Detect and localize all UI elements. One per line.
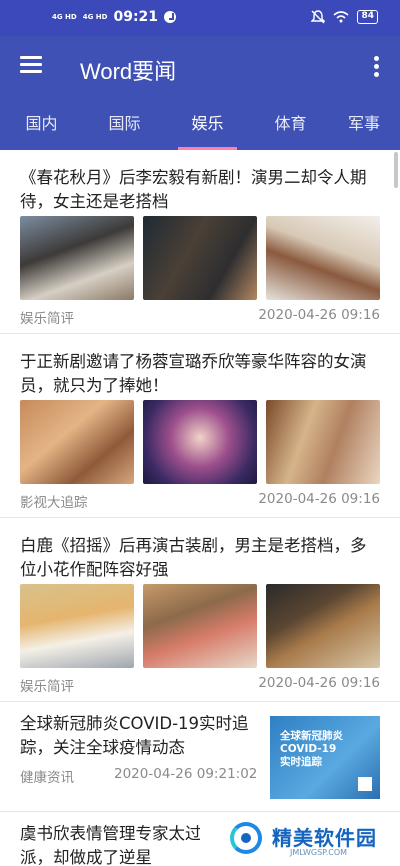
list-item[interactable]: 《春花秋月》后李宏毅有新剧！演男二却令人期待，女主还是老搭档 娱乐简评 2020… [0, 150, 400, 334]
watermark-url: JMLWGSP.COM [290, 848, 348, 857]
article-title: 《春花秋月》后李宏毅有新剧！演男二却令人期待，女主还是老搭档 [20, 168, 367, 211]
article-time: 2020-04-26 09:16 [258, 491, 380, 507]
tab-entertainment[interactable]: 娱乐 [166, 98, 249, 150]
status-bar: 4G HD 4G HD 09:21 84 [0, 0, 400, 36]
article-source: 影视大追踪 [20, 495, 88, 511]
status-time: 09:21 [113, 9, 159, 25]
app-bar: Word要闻 [0, 36, 400, 98]
article-image [266, 400, 380, 484]
mute-icon [311, 10, 326, 24]
tab-international[interactable]: 国际 [83, 98, 166, 150]
signal-icon: 4G HD [83, 13, 108, 21]
thumbnail-text: COVID-19 [280, 743, 337, 755]
article-image [20, 400, 134, 484]
signal-icon: 4G HD [52, 13, 77, 21]
tab-sports[interactable]: 体育 [249, 98, 332, 150]
tab-military[interactable]: 军事 [332, 98, 400, 150]
article-image [143, 400, 257, 484]
article-images [20, 216, 380, 300]
article-images [20, 400, 380, 484]
article-source: 健康资讯 [20, 770, 74, 786]
article-images [20, 584, 380, 668]
watermark-text: 精美软件园 [272, 826, 377, 850]
article-image [266, 216, 380, 300]
list-item[interactable]: 全球新冠肺炎COVID-19实时追踪，关注全球疫情动态 健康资讯 2020-04… [0, 702, 400, 812]
thumbnail-text: 实时追踪 [280, 756, 322, 768]
category-tabs: 国内 国际 娱乐 体育 军事 [0, 98, 400, 150]
article-image [266, 584, 380, 668]
signal-label: 4G HD [52, 13, 77, 21]
news-feed[interactable]: 《春花秋月》后李宏毅有新剧！演男二却令人期待，女主还是老搭档 娱乐简评 2020… [0, 150, 400, 866]
article-image [143, 216, 257, 300]
logo-icon [230, 822, 262, 854]
thumbnail-text: 全球新冠肺炎 [280, 730, 343, 742]
article-time: 2020-04-26 09:21:02 [114, 766, 258, 782]
article-title: 于正新剧邀请了杨蓉宣璐乔欣等豪华阵容的女演员，就只为了捧她！ [20, 352, 367, 395]
wifi-icon [333, 11, 349, 23]
article-source: 娱乐简评 [20, 679, 74, 695]
article-source: 娱乐简评 [20, 311, 74, 327]
watermark: 精美软件园 JMLWGSP.COM [200, 812, 400, 866]
menu-icon[interactable] [20, 56, 42, 74]
qr-code-icon [358, 777, 372, 791]
article-time: 2020-04-26 09:16 [258, 307, 380, 323]
article-thumbnail: 全球新冠肺炎 COVID-19 实时追踪 [270, 716, 380, 799]
app-title: Word要闻 [80, 59, 177, 84]
status-right: 84 [311, 10, 378, 24]
article-image [143, 584, 257, 668]
clock-icon [164, 11, 177, 23]
article-image [20, 216, 134, 300]
signal-label: 4G HD [82, 13, 108, 21]
article-title: 白鹿《招摇》后再演古装剧，男主是老搭档，多位小花作配阵容好强 [20, 536, 367, 579]
tab-domestic[interactable]: 国内 [0, 98, 83, 150]
more-vert-icon[interactable] [374, 56, 380, 78]
list-item[interactable]: 白鹿《招摇》后再演古装剧，男主是老搭档，多位小花作配阵容好强 娱乐简评 2020… [0, 518, 400, 702]
list-item[interactable]: 于正新剧邀请了杨蓉宣璐乔欣等豪华阵容的女演员，就只为了捧她！ 影视大追踪 202… [0, 334, 400, 518]
article-time: 2020-04-26 09:16 [258, 675, 380, 691]
battery-icon: 84 [357, 10, 378, 24]
status-left: 4G HD 4G HD 09:21 [52, 9, 177, 25]
article-image [20, 584, 134, 668]
article-title: 全球新冠肺炎COVID-19实时追踪，关注全球疫情动态 [20, 714, 249, 757]
